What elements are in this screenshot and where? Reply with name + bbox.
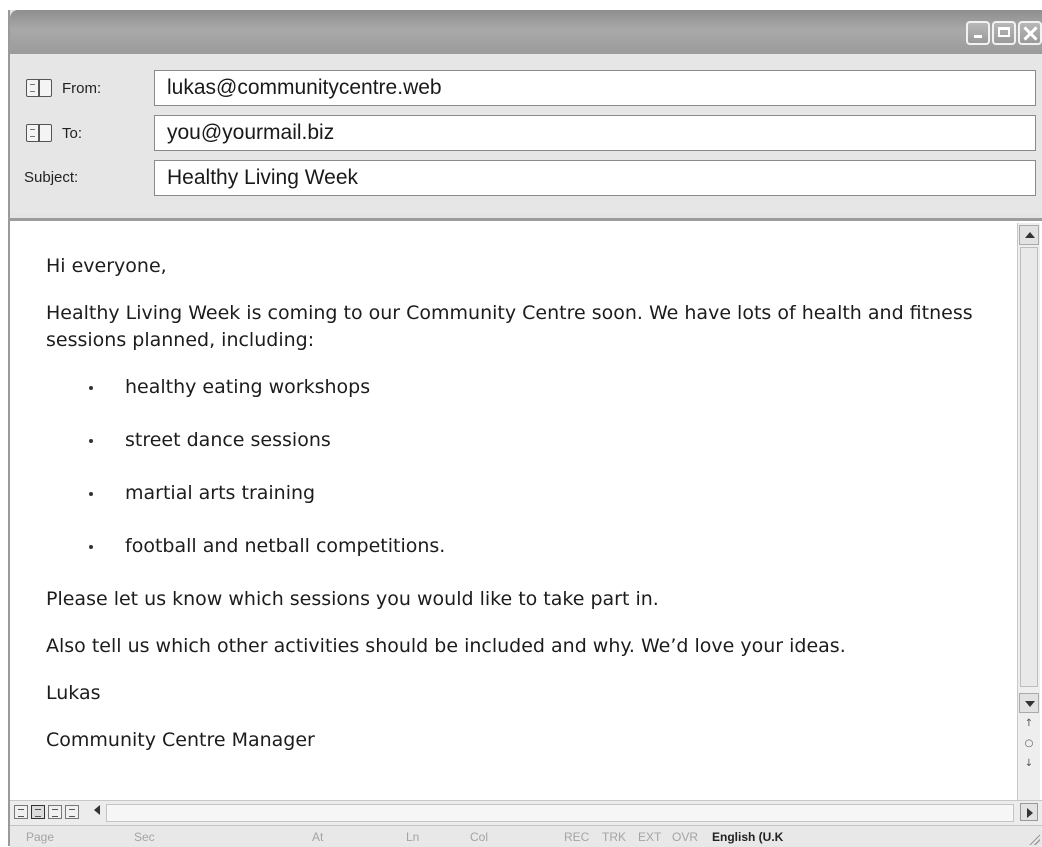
list-item-text: martial arts training [125,482,316,504]
next-page-icon[interactable]: ↓ [1018,757,1040,771]
horizontal-scroll-track[interactable] [106,804,1014,822]
close-button[interactable] [1018,21,1042,45]
maximize-button[interactable] [992,21,1016,45]
vertical-scrollbar[interactable]: ↑ ○ ↓ [1017,223,1040,801]
scroll-up-button[interactable] [1019,225,1039,245]
to-label: To: [62,124,83,142]
from-label: From: [62,79,102,97]
subject-field[interactable]: Healthy Living Week [154,160,1036,196]
print-layout-icon[interactable] [48,805,62,819]
request-paragraph: Please let us know which sessions you wo… [46,588,659,610]
web-layout-icon[interactable] [31,805,45,819]
address-book-icon[interactable] [26,124,52,142]
to-row: To: you@yourmail.biz [10,115,1042,151]
bullet-icon [89,439,93,443]
from-label-group[interactable]: From: [26,79,101,97]
sessions-list: healthy eating workshops street dance se… [46,374,1002,560]
bullet-icon [89,386,93,390]
list-item-text: healthy eating workshops [125,376,371,398]
scroll-down-button[interactable] [1019,693,1039,713]
subject-row: Subject: Healthy Living Week [10,160,1042,196]
title-bar [10,10,1042,54]
list-item-text: football and netball competitions. [125,535,446,557]
horizontal-scrollbar[interactable] [10,800,1042,825]
subject-label-group: Subject: [24,169,78,186]
message-body[interactable]: Hi everyone, Healthy Living Week is comi… [10,218,1042,803]
view-buttons [14,805,79,819]
scroll-right-button[interactable] [1020,803,1038,821]
message-text[interactable]: Hi everyone, Healthy Living Week is comi… [46,253,1002,774]
greeting: Hi everyone, [46,255,167,277]
window-controls [966,21,1042,45]
status-trk: TRK [602,830,626,844]
address-book-icon[interactable] [26,79,52,97]
previous-page-icon[interactable]: ↑ [1018,717,1040,731]
message-header: From: lukas@communitycentre.web To: you@… [10,54,1042,214]
to-field[interactable]: you@yourmail.biz [154,115,1036,151]
resize-grip-icon[interactable] [1028,833,1040,845]
from-row: From: lukas@communitycentre.web [10,70,1042,106]
status-section: Sec [134,830,155,844]
status-at: At [312,830,324,844]
intro-paragraph: Healthy Living Week is coming to our Com… [46,302,973,351]
list-item: healthy eating workshops [46,374,1002,401]
status-language[interactable]: English (U.K [712,830,783,844]
status-line: Ln [406,830,420,844]
minimize-button[interactable] [966,21,990,45]
to-label-group[interactable]: To: [26,124,82,142]
normal-view-icon[interactable] [14,805,28,819]
scroll-left-icon[interactable] [94,805,100,815]
ideas-paragraph: Also tell us which other activities shou… [46,635,846,657]
arrow-down-icon [1025,701,1035,707]
signature-name: Lukas [46,682,101,704]
arrow-up-icon [1025,232,1035,238]
list-item: martial arts training [46,480,1002,507]
browse-object-icon[interactable]: ○ [1018,737,1040,751]
signature-title: Community Centre Manager [46,729,315,751]
status-ovr: OVR [672,830,699,844]
bullet-icon [89,545,93,549]
list-item: street dance sessions [46,427,1002,454]
status-bar: Page Sec At Ln Col REC TRK EXT OVR Engli… [10,825,1042,847]
email-window: From: lukas@communitycentre.web To: you@… [8,10,1042,847]
list-item: football and netball competitions. [46,533,1002,560]
scroll-thumb[interactable] [1020,247,1038,687]
from-field[interactable]: lukas@communitycentre.web [154,70,1036,106]
status-rec: REC [564,830,590,844]
bullet-icon [89,492,93,496]
list-item-text: street dance sessions [125,429,331,451]
subject-label: Subject: [24,169,79,186]
outline-view-icon[interactable] [65,805,79,819]
status-page: Page [26,830,55,844]
status-ext: EXT [638,830,662,844]
status-column: Col [470,830,489,844]
